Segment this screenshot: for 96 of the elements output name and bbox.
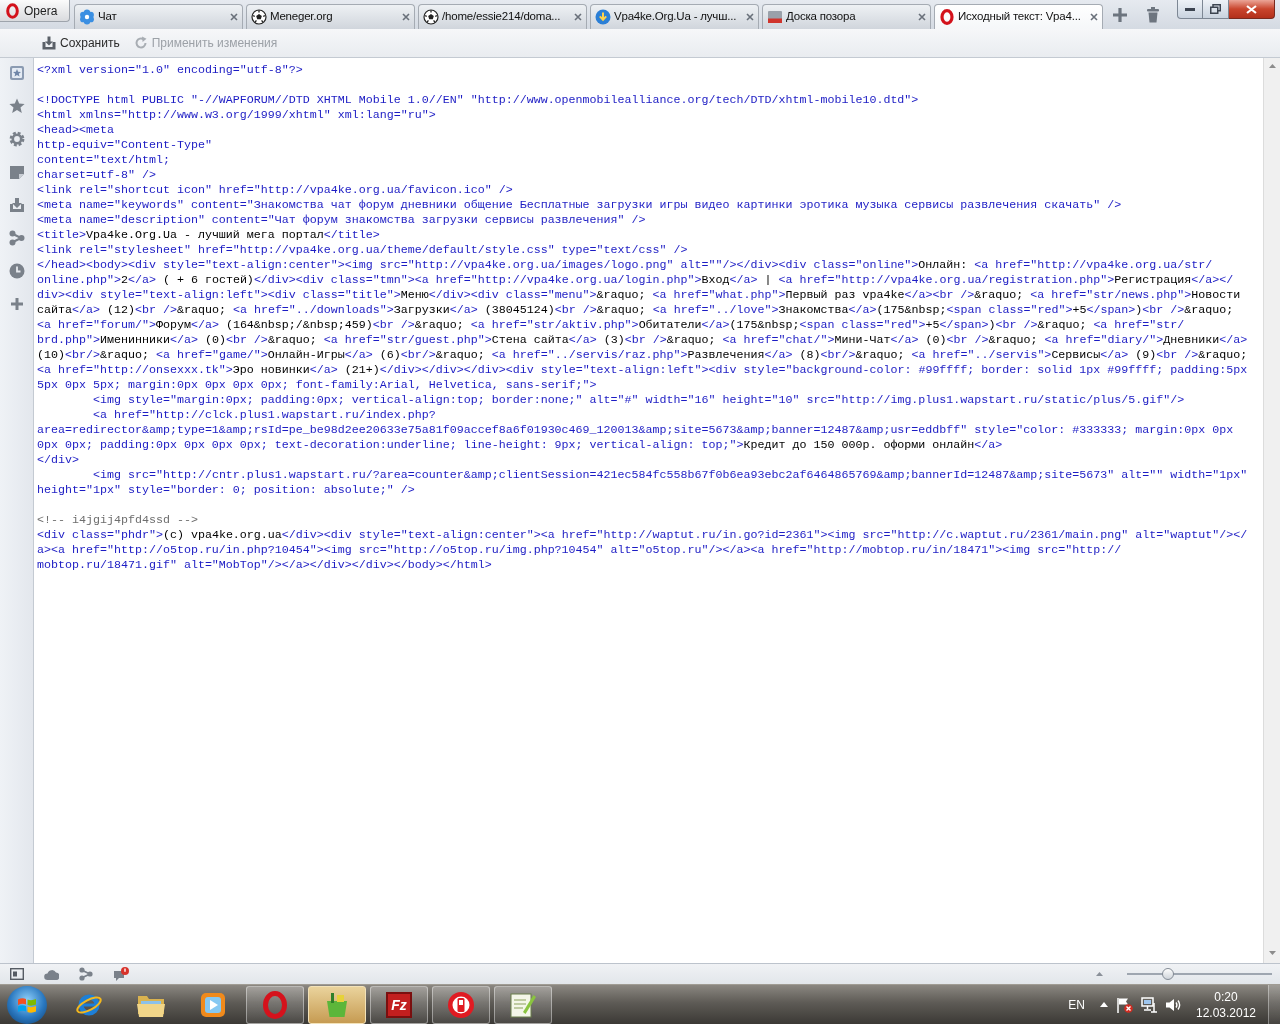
save-icon [42,36,56,50]
restore-button[interactable] [1203,0,1229,19]
code-line: <a href="http://onsexxx.tk">Эро новинки</a> (21+)</div></div></div><div style="text-align:left"><div style="background-color: #99ffff; border: solid 1px #99ffff; padding:5px [37,363,1248,377]
ring-icon [262,990,288,1019]
close-icon[interactable] [230,13,238,21]
code-line: <link rel="stylesheet" href="http://vpa4ke.org.ua/theme/default/style.css" type="text/css" /> [37,243,688,257]
close-icon[interactable] [746,13,754,21]
board-icon [767,9,783,25]
browser-tab[interactable]: Vpa4ke.Org.Ua - лучш... [590,4,759,29]
clock-time[interactable]: 0:20 [1214,988,1238,1005]
refresh-icon [133,36,148,50]
code-line: online.php">2</a> ( + 6 гостей)</div><div class="tmn"><a href="http://vpa4ke.org.ua/login.php">Вход</a> | <a href="http://vpa4ke.org.ua/registration.php">Регистрация</a></ [37,273,1234,287]
flag-alert-icon[interactable] [1116,996,1133,1013]
arrow-down-icon[interactable] [1268,951,1276,955]
code-line: <meta name="description" content="Чат форум знакомства загрузки сервисы развлечения" /> [37,213,646,227]
code-line: <meta name="keywords" content="Знакомства чат форум дневники общение Бесплатные загрузки игры видео картинки эротика музыка сервисы развлечения скачать" /> [37,198,1122,212]
minimize-icon [1185,7,1195,11]
note-icon[interactable] [8,164,25,180]
code-line: charset=utf-8" /> [37,168,156,182]
code-line: 0px 0px; padding:0px 0px 0px 0px; text-decoration:underline; line-height: 9px; vertical-align: top;">Кредит до 150 000р. оформи онлайн</a> [37,438,1003,452]
clock-icon[interactable] [8,263,25,279]
clock-date[interactable]: 12.03.2012 [1195,1004,1257,1021]
minimize-button[interactable] [1177,0,1203,19]
plus-icon[interactable] [1113,8,1127,22]
code-line: <html xmlns="http://www.w3.org/1999/xhtml" xml:lang="ru"> [37,108,436,122]
gear-icon[interactable] [8,131,25,147]
soccer-ball-icon [423,9,439,25]
restore-icon [1210,4,1221,14]
code-line: mobtop.ru/18471.gif" alt="MobTop"/></a></div></div></body></html> [37,558,492,572]
logo-icon [939,9,955,25]
code-line: area=redirector&amp;type=1&amp;rsId=pe_be98d2ee20633e75a81f09accef8a6f01930c469_120013&amp;site=5673&amp;banner=12487&amp;usr=eddbff" style="color: #333333; margin:0px 0px [37,423,1234,437]
notepad-icon [509,990,537,1019]
logo-tile: Fz [386,991,412,1018]
code-line: <link rel="shortcut icon" href="http://vpa4ke.org.ua/favicon.ico" /> [37,183,513,197]
network-icon[interactable] [1141,996,1157,1013]
code-line: height="1px" style="border: 0; position: absolute;" /> [37,483,415,497]
code-line: 5px 0px 5px; margin:0px 0px 0px 0px; font-family:Arial, Helvetica, sans-serif;"> [37,378,597,392]
code-line: <img src="http://cntr.plus1.wapstart.ru/?area=counter&amp;clientSession=421ec584fc558b67f0b6ea93ebc2af6464865769&amp;bannerId=12487&amp;site=5673" alt="" width="1px" [92,468,1248,482]
nodes-icon[interactable] [8,230,25,246]
code-line: <?xml version="1.0" encoding="utf-8"?> [37,63,303,77]
save-button[interactable]: Сохранить [40,33,122,53]
scrollbar[interactable] [1263,58,1280,963]
code-line: brd.php">Именинники</a> (0)<br />&raquo; <a href="str/guest.php">Стена сайта</a> (3)<br />&raquo; <a href="chat/">Мини-Чат</a> (0)<br />&raquo; <a href="diary/">Дневники</a> [37,333,1248,347]
code-line: <a href="http://clck.plus1.wapstart.ru/index.php? [92,408,436,422]
browser-tab[interactable]: Доска позора [762,4,931,29]
code-line: content="text/html; [37,153,170,167]
code-line: <head><meta [37,123,114,137]
close-icon[interactable] [1090,13,1098,21]
code-line: сайта</a> (12)<br />&raquo; <a href="../downloads">Загрузки</a> (38045124)<br />&raquo; <a href="../love">Знакомства</a>(175&nbsp;<span class="red">+5</span>)<br />&raquo; [37,303,1234,317]
code-line: <a href="forum/">Форум</a> (164&nbsp;/&nbsp;459)<br />&raquo; <a href="str/aktiv.php">Обитатели</a>(175&nbsp;<span class="red">+5</span>)<br />&raquo; <a href="str/ [37,318,1185,332]
code-line: (10)<br/>&raquo; <a href="game/">Онлайн-Игры</a> (6)<br/>&raquo; <a href="../servis/raz.php">Развлечения</a> (8)<br/>&raquo; <a href="../servis">Сервисы</a> (9)<br />&raquo; [37,348,1248,362]
browser-tab[interactable]: /home/essie214/doma... [418,4,587,29]
nodes-icon[interactable] [79,967,93,981]
code-line: </div> [37,453,79,467]
browser-tab[interactable]: Чат [74,4,243,29]
close-icon [1246,4,1257,14]
close-button[interactable] [1229,0,1275,19]
soccer-ball-icon [251,9,267,25]
star-icon[interactable] [8,98,25,114]
code-line: </head><body><div style="text-align:center"><img src="http://vpa4ke.org.ua/images/logo.png" alt=""/></div><div class="online">Онлайн: <a href="http://vpa4ke.org.ua/str/ [37,258,1213,272]
code-line: <div class="phdr">(c) vpa4ke.org.ua</div><div style="text-align:center"><a href="http://waptut.ru/in.go?id=2361"><img src="http://c.waptut.ru/2361/main.png" alt="waptut"/></ [37,528,1248,542]
start-button[interactable] [7,985,47,1024]
opera-menu-button[interactable]: Opera [0,0,70,22]
phone-icon [447,990,475,1019]
caret-up-icon[interactable] [1100,1002,1108,1007]
browser-tab[interactable]: Meneger.org [246,4,415,29]
arrow-disc-icon [595,9,611,25]
language-indicator[interactable]: EN [1068,995,1085,1014]
speaker-icon[interactable] [1165,996,1181,1013]
bubble-alert-icon[interactable] [113,967,129,981]
cloud-icon[interactable] [44,968,59,980]
logo-icon [6,2,19,19]
code-line: <!-- i4jgij4pfd4ssd --> [37,513,198,527]
arrow-up-icon[interactable] [1268,64,1276,68]
panel-icon[interactable] [10,968,24,980]
close-icon[interactable] [574,13,582,21]
taskbar-button[interactable]: Fz [370,985,428,1024]
slider-thumb[interactable] [1161,968,1174,980]
cup-icon [324,990,350,1019]
code-line: a><a href="http://o5top.ru/in.php?10454"><img src="http://o5top.ru/img.php?10454" alt="o5top.ru"/></a><a href="http://mobtop.ru/in/18471"><img src="http:// [37,543,1122,557]
flower-icon [79,9,95,25]
close-icon[interactable] [402,13,410,21]
code-line: <title>Vpa4ke.Org.Ua - лучший мега портал</title> [37,228,380,242]
play-icon [200,991,226,1018]
flag-icon [17,995,37,1014]
bookmark-star-icon[interactable] [8,65,25,81]
code-line: <img style="margin:0px; padding:0px; vertical-align:top; border:none;" alt="#" width="16" height="10" src="http://img.plus1.wapstart.ru/static/plus/5.gif"/> [92,393,1185,407]
close-icon[interactable] [918,13,926,21]
code-line: http-equiv="Content-Type" [37,138,212,152]
trash-icon[interactable] [1146,7,1160,23]
download-icon[interactable] [8,197,25,213]
code-line: <!DOCTYPE html PUBLIC "-//WAPFORUM//DTD XHTML Mobile 1.0//EN" "http://www.openmobilealliance.org/tech/DTD/xhtml-mobile10.dtd"> [37,93,919,107]
code-line: div><div style="text-align:left"><div class="title">Меню</div><div class="menu">&raquo; <a href="what.php">Первый раз vpa4ke</a><br />&raquo; <a href="str/news.php">Новости [37,288,1241,302]
browser-tab[interactable]: Исходный текст: Vpa4... [934,4,1103,29]
show-desktop-button[interactable] [1268,984,1280,1024]
plus-icon[interactable] [8,296,25,312]
